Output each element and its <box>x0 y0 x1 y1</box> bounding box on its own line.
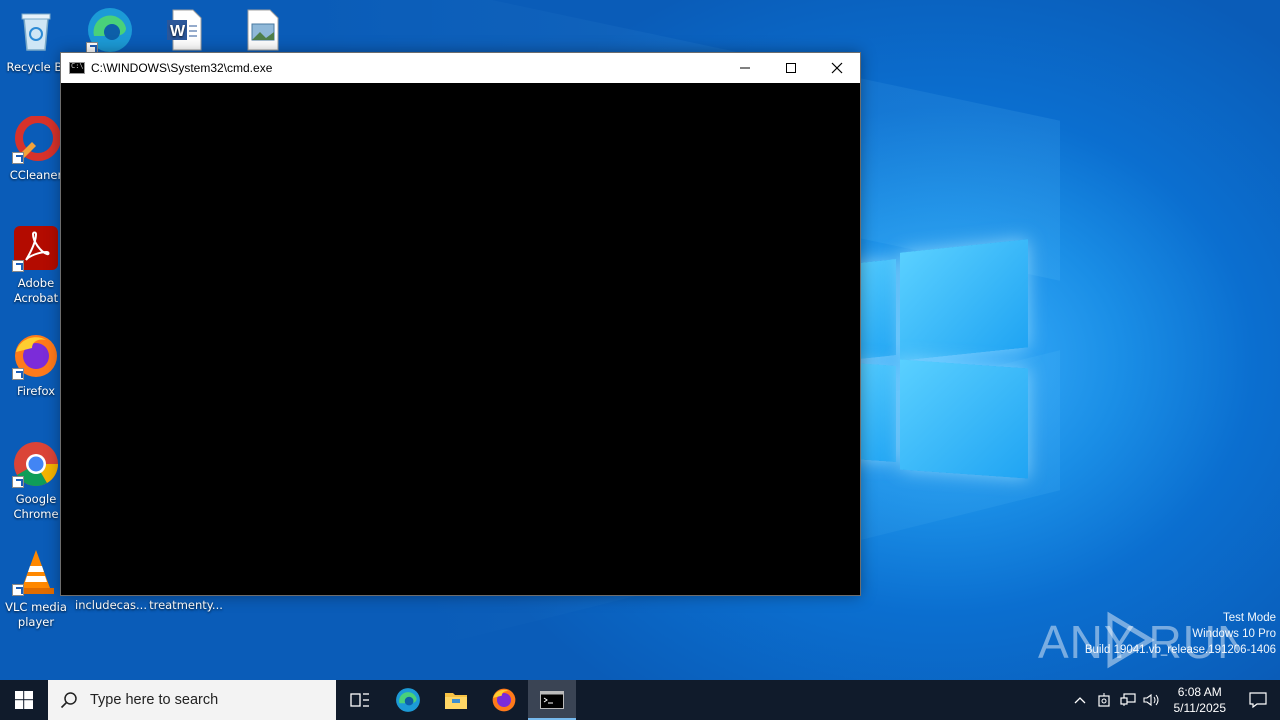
desktop-icon-includecas[interactable]: includecas... <box>73 598 149 613</box>
watermark-test-mode: Test Mode <box>1222 612 1276 624</box>
svg-text:W: W <box>170 23 186 40</box>
shortcut-arrow-icon <box>12 584 24 596</box>
windows-logo-wallpaper <box>840 239 1030 480</box>
taskbar-file-explorer[interactable] <box>432 680 480 720</box>
task-view-button[interactable] <box>336 680 384 720</box>
task-view-icon <box>350 693 369 707</box>
desktop-icon-treatmenty[interactable]: treatmenty... <box>148 598 224 613</box>
desktop-icon-word-document[interactable]: W <box>147 6 223 58</box>
search-placeholder: Type here to search <box>90 692 219 708</box>
maximize-icon <box>786 63 796 73</box>
desktop-icon-label: treatmenty... <box>149 598 223 612</box>
watermark-edition: Windows 10 Pro <box>1192 628 1276 640</box>
desktop-icon-label: includecas... <box>75 598 147 612</box>
console-output-area[interactable] <box>61 83 860 595</box>
cmd-titlebar[interactable]: C:\WINDOWS\System32\cmd.exe <box>61 53 860 83</box>
firefox-icon <box>12 332 60 380</box>
desktop-icon-label: VLC media player <box>5 600 67 629</box>
shortcut-arrow-icon <box>12 368 24 380</box>
volume-icon <box>1142 693 1158 707</box>
firefox-icon <box>492 688 516 712</box>
clock-time: 6:08 AM <box>1177 685 1222 699</box>
shortcut-arrow-icon <box>12 260 24 272</box>
network-button[interactable] <box>1116 680 1140 720</box>
device-icon <box>1097 693 1110 707</box>
taskbar-search-box[interactable]: Type here to search <box>48 680 336 720</box>
shortcut-arrow-icon <box>12 152 24 164</box>
edge-icon <box>396 688 420 712</box>
recycle-bin-icon <box>12 8 60 56</box>
vlc-icon <box>12 548 60 596</box>
show-hidden-icons-button[interactable] <box>1068 680 1092 720</box>
maximize-button[interactable] <box>768 53 814 83</box>
window-title: C:\WINDOWS\System32\cmd.exe <box>91 61 273 75</box>
desktop-icon-edge[interactable] <box>72 6 148 58</box>
close-icon <box>831 62 843 74</box>
desktop-icon-image-file[interactable] <box>224 6 300 58</box>
system-watermark: Test Mode Windows 10 Pro Build 19041.vb_… <box>1085 610 1276 658</box>
cmd-icon <box>540 691 564 709</box>
action-center-button[interactable] <box>1236 680 1280 720</box>
file-explorer-icon <box>445 693 467 709</box>
start-button[interactable] <box>0 680 48 720</box>
shortcut-arrow-icon <box>12 476 24 488</box>
taskbar-edge[interactable] <box>384 680 432 720</box>
search-icon <box>60 692 77 709</box>
notification-icon <box>1249 692 1267 708</box>
ccleaner-icon <box>12 115 61 164</box>
taskbar-clock[interactable]: 6:08 AM 5/11/2025 <box>1174 684 1227 716</box>
chevron-up-icon <box>1074 697 1085 704</box>
taskbar: Type here to search 6:08 AM 5/11/2025 <box>0 680 1280 720</box>
watermark-build: Build 19041.vb_release.191206-1406 <box>1084 644 1276 656</box>
cmd-window[interactable]: C:\WINDOWS\System32\cmd.exe <box>60 52 861 596</box>
taskbar-firefox[interactable] <box>480 680 528 720</box>
system-tray: 6:08 AM 5/11/2025 <box>1068 680 1280 720</box>
word-document-icon: W <box>161 6 209 54</box>
minimize-icon <box>740 67 750 69</box>
adobe-acrobat-icon <box>12 224 60 272</box>
minimize-button[interactable] <box>722 53 768 83</box>
console-icon <box>69 62 85 74</box>
edge-icon <box>86 6 134 54</box>
clock-date: 5/11/2025 <box>1173 701 1227 715</box>
close-button[interactable] <box>814 53 860 83</box>
taskbar-cmd[interactable] <box>528 680 576 720</box>
image-file-icon <box>238 6 286 54</box>
volume-button[interactable] <box>1140 680 1164 720</box>
tray-device-button[interactable] <box>1092 680 1116 720</box>
windows-start-icon <box>15 691 33 709</box>
network-icon <box>1119 693 1136 706</box>
google-chrome-icon <box>12 440 60 488</box>
